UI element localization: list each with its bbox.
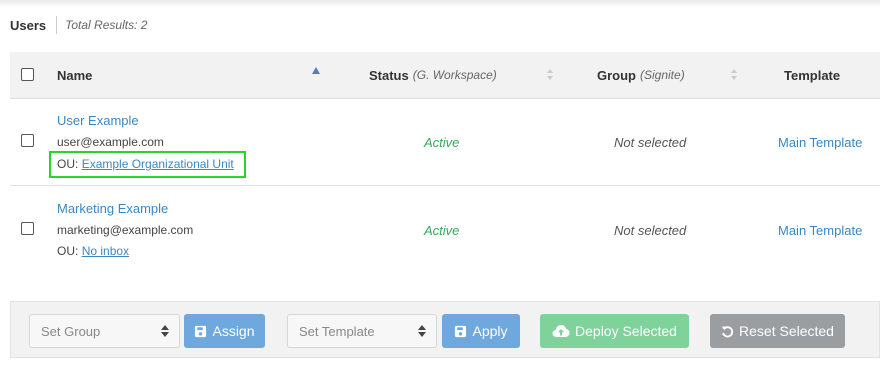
column-header-name[interactable]: Name xyxy=(57,52,92,98)
table-header: Name Status (G. Workspace) Group (Signit… xyxy=(10,52,880,99)
ou-link[interactable]: Example Organizational Unit xyxy=(82,157,234,171)
user-name-link[interactable]: Marketing Example xyxy=(57,201,168,216)
template-link[interactable]: Main Template xyxy=(778,223,862,238)
user-name-link[interactable]: User Example xyxy=(57,113,139,128)
ou-line: OU: Example Organizational Unit xyxy=(57,157,234,171)
column-header-template[interactable]: Template xyxy=(784,52,840,98)
bulk-actions-bar: Set Group Assign Set Template Apply Depl… xyxy=(10,301,880,358)
user-email: user@example.com xyxy=(57,135,164,149)
save-icon xyxy=(195,325,207,337)
sort-ascending-icon[interactable] xyxy=(312,67,320,74)
ou-label: OU: xyxy=(57,157,79,171)
status-active: Active xyxy=(424,135,460,150)
template-link[interactable]: Main Template xyxy=(778,135,862,150)
results-header: Users Total Results: 2 xyxy=(10,16,147,34)
apply-label: Apply xyxy=(472,323,508,339)
header-divider xyxy=(56,16,58,34)
column-group-label: Group xyxy=(597,67,636,83)
set-group-select[interactable]: Set Group xyxy=(29,314,180,348)
ou-line: OU: No inbox xyxy=(57,244,129,258)
group-value: Not selected xyxy=(614,223,687,238)
cloud-upload-icon xyxy=(552,325,570,337)
select-caret-icon xyxy=(418,325,426,337)
deploy-label: Deploy Selected xyxy=(575,323,677,339)
assign-label: Assign xyxy=(212,323,255,339)
user-email: marketing@example.com xyxy=(57,223,194,237)
assign-button[interactable]: Assign xyxy=(184,314,265,348)
row-checkbox[interactable] xyxy=(21,134,34,147)
top-shadow xyxy=(0,0,880,8)
set-template-select[interactable]: Set Template xyxy=(287,314,437,348)
table-row: User Example user@example.com OU: Exampl… xyxy=(10,99,880,186)
column-status-sub: (G. Workspace) xyxy=(412,68,497,82)
page-title: Users xyxy=(10,17,47,33)
select-all-checkbox[interactable] xyxy=(21,68,34,81)
set-group-placeholder: Set Group xyxy=(41,323,101,339)
column-header-group[interactable]: Group (Signite) xyxy=(597,52,685,98)
sort-icon[interactable] xyxy=(547,69,555,81)
ou-label: OU: xyxy=(57,244,79,258)
set-template-placeholder: Set Template xyxy=(299,323,375,339)
deploy-selected-button[interactable]: Deploy Selected xyxy=(540,314,689,348)
table-row: Marketing Example marketing@example.com … xyxy=(10,186,880,272)
status-active: Active xyxy=(424,223,460,238)
reset-selected-button[interactable]: Reset Selected xyxy=(710,314,845,348)
column-name-label: Name xyxy=(57,67,93,83)
undo-icon xyxy=(721,325,734,337)
row-checkbox[interactable] xyxy=(21,222,34,235)
ou-link[interactable]: No inbox xyxy=(82,244,129,258)
column-header-status[interactable]: Status (G. Workspace) xyxy=(369,52,497,98)
apply-button[interactable]: Apply xyxy=(442,314,520,348)
save-icon xyxy=(455,325,467,337)
group-value: Not selected xyxy=(614,135,687,150)
select-caret-icon xyxy=(161,325,169,337)
column-template-label: Template xyxy=(784,67,841,83)
column-status-label: Status xyxy=(369,67,409,83)
column-group-sub: (Signite) xyxy=(640,68,685,82)
total-results: Total Results: 2 xyxy=(65,18,148,32)
reset-label: Reset Selected xyxy=(739,323,834,339)
sort-icon[interactable] xyxy=(731,69,739,81)
